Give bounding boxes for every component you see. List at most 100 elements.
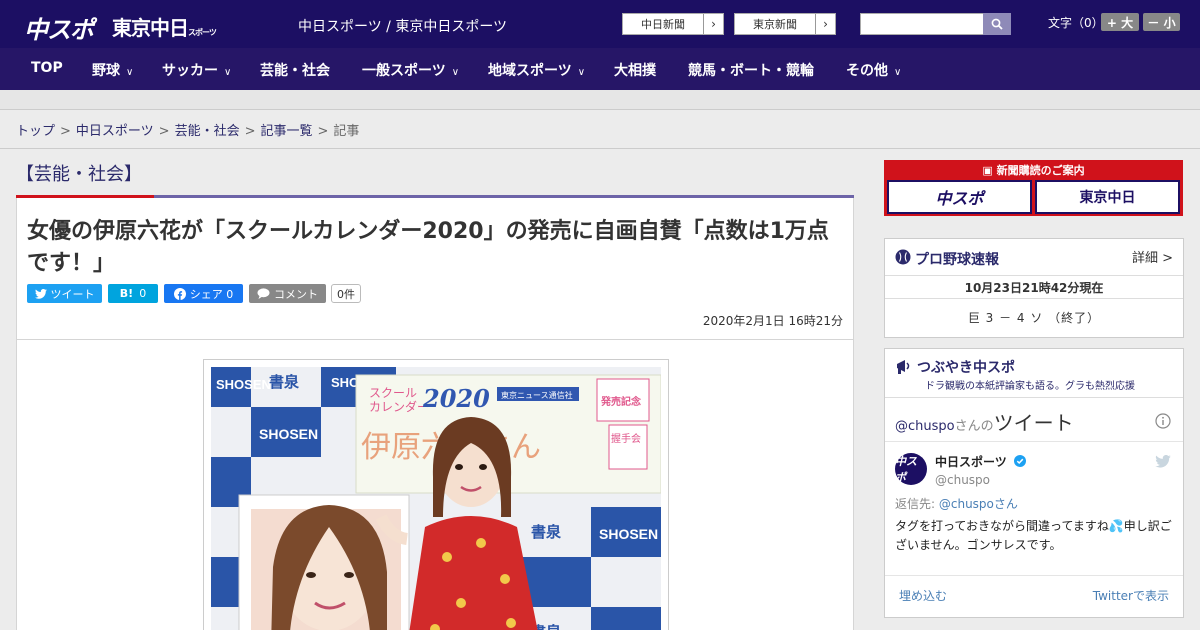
nav-item-baseball[interactable]: 野球 ∨ [92, 60, 133, 80]
shosen-text: SHOSEN [259, 426, 318, 442]
comment-button[interactable]: コメント [249, 284, 326, 303]
tokyo-shimbun-link[interactable]: 東京新聞 › [734, 13, 836, 35]
nav-item-other[interactable]: その他 ∨ [846, 60, 901, 80]
ad-strip [0, 90, 1200, 110]
avatar[interactable]: 中スポ [895, 453, 927, 485]
tweet-account-handle[interactable]: @chuspo [935, 473, 990, 487]
nav-item-racing[interactable]: 競馬・ボート・競輪 [688, 60, 814, 80]
divider [0, 148, 1200, 149]
shosen-kanji: 書泉 [531, 523, 562, 541]
tweets-header-handle[interactable]: @chuspo [895, 419, 955, 434]
chevron-right-icon: › [703, 14, 723, 34]
tweet-reply-to: 返信先: @chuspoさん [895, 495, 1018, 512]
tweet-reply-handle[interactable]: @chuspoさん [939, 497, 1018, 511]
shosen-text: SHOSEN [599, 526, 658, 542]
chunichi-shimbun-link[interactable]: 中日新聞 › [622, 13, 724, 35]
tweet-account-name[interactable]: 中日スポーツ [935, 453, 1026, 470]
comment-button-label: コメント [274, 287, 318, 301]
nav-item-soccer[interactable]: サッカー ∨ [162, 60, 231, 80]
tokyo-chunichi-logo[interactable]: 東京中日スポーツ [112, 12, 217, 41]
paper-link-label: 中日新聞 [641, 18, 685, 31]
main-nav: TOP 野球 ∨ サッカー ∨ 芸能・社会 一般スポーツ ∨ 地域スポーツ ∨ 大相撲 … [0, 48, 1200, 90]
chevron-down-icon: ∨ [451, 67, 460, 78]
tokyo-logo-text: 東京中日 [112, 16, 189, 40]
hatena-bookmark-button[interactable]: B! 0 [108, 284, 158, 303]
tweets-header-big: ツイート [993, 411, 1074, 435]
category-heading: 【芸能・社会】 [16, 164, 142, 185]
info-icon[interactable] [1155, 413, 1171, 429]
search-button[interactable] [983, 13, 1011, 35]
chuspo-logo[interactable]: 中スポ [24, 10, 94, 45]
breadcrumb-current: 記事 [333, 124, 360, 139]
nav-item-local-sports[interactable]: 地域スポーツ ∨ [488, 60, 585, 80]
promo-chuspo-logo[interactable]: 中スポ [887, 180, 1032, 214]
tweet-button[interactable]: ツイート [27, 284, 102, 303]
breadcrumb: トップ > 中日スポーツ > 芸能・社会 > 記事一覧 > 記事 [16, 120, 359, 139]
twitter-bird-icon [34, 288, 47, 299]
tweets-header: @chuspoさんのツイート [895, 407, 1074, 436]
twitter-widget: つぶやき中スポ ドラ観戦の本紙評論家も語る。グラも熱烈応援 @chuspoさんの… [884, 348, 1184, 618]
chevron-down-icon: ∨ [577, 67, 586, 78]
tweets-header-suffix: さんの [954, 419, 994, 434]
facebook-icon [173, 287, 186, 300]
promo-title: ▣ 新聞購読のご案内 [884, 162, 1183, 178]
facebook-share-button[interactable]: シェア 0 [164, 284, 243, 303]
photo-illustration: SHOSEN SHOSEN SHOSEN SHOSEN 書泉 書泉 書泉 スクー… [211, 367, 661, 630]
banner-title-line1: スクール [369, 386, 417, 400]
search-input[interactable] [860, 13, 984, 35]
banner-release: 発売記念 [600, 395, 641, 408]
verified-badge-icon [1013, 455, 1026, 467]
site-title: 中日スポーツ / 東京中日スポーツ [298, 19, 508, 35]
font-larger-button[interactable]: + 大 [1101, 13, 1139, 31]
nav-label: 競馬・ボート・競輪 [688, 63, 814, 79]
nav-label: サッカー [162, 63, 218, 79]
breadcrumb-separator: > [60, 124, 71, 139]
tweet-widget-subtitle: ドラ観戦の本紙評論家も語る。グラも熱烈応援 [925, 381, 1135, 392]
article-photo-area: SHOSEN SHOSEN SHOSEN SHOSEN 書泉 書泉 書泉 スクー… [16, 340, 854, 630]
promo-tokyo-logo[interactable]: 東京中日 [1035, 180, 1180, 214]
banner-publisher: 東京ニュース通信社 [501, 390, 573, 400]
subscription-promo[interactable]: ▣ 新聞購読のご案内 中スポ 東京中日 [884, 160, 1183, 216]
baseball-scoreboard: プロ野球速報 詳細 > 10月23日21時42分現在 巨 3 － 4 ソ （終了… [884, 238, 1184, 338]
nav-item-entertainment[interactable]: 芸能・社会 [260, 60, 330, 80]
breadcrumb-entertainment[interactable]: 芸能・社会 [175, 124, 240, 139]
nav-label: TOP [31, 60, 63, 76]
view-on-twitter-link[interactable]: Twitterで表示 [1093, 587, 1169, 604]
nav-item-top[interactable]: TOP [31, 60, 63, 76]
chevron-down-icon: ∨ [894, 67, 902, 78]
font-smaller-button[interactable]: － 小 [1143, 13, 1180, 31]
baseball-timestamp: 10月23日21時42分現在 [885, 275, 1183, 299]
nav-item-general-sports[interactable]: 一般スポーツ ∨ [362, 60, 459, 80]
tweet-reply-prefix: 返信先: [895, 497, 939, 511]
chevron-down-icon: ∨ [224, 67, 232, 78]
twitter-bird-icon[interactable] [1155, 455, 1171, 468]
banner-event: 握手会 [611, 432, 641, 445]
divider [885, 397, 1183, 398]
tokyo-logo-small: スポーツ [188, 28, 217, 37]
chevron-down-icon: ∨ [126, 67, 134, 78]
nav-item-sumo[interactable]: 大相撲 [614, 60, 656, 80]
breadcrumb-article-list[interactable]: 記事一覧 [261, 124, 313, 139]
paper-link-label: 東京新聞 [753, 18, 797, 31]
newspaper-icon: ▣ [982, 164, 997, 177]
breadcrumb-chunichi-sports[interactable]: 中日スポーツ [76, 124, 154, 139]
nav-label: 大相撲 [614, 63, 656, 79]
shosen-text: SHOSEN [216, 377, 271, 392]
divider [885, 575, 1183, 576]
breadcrumb-separator: > [158, 124, 170, 139]
megaphone-icon [897, 360, 910, 374]
tweet-text: タグを打っておきながら間違ってますね💦申し訳ございません。ゴンサレスです。 [895, 519, 1172, 552]
tweet-button-label: ツイート [50, 287, 95, 301]
comment-count[interactable]: 0件 [331, 284, 361, 303]
baseball-detail-link[interactable]: 詳細 > [1132, 247, 1173, 266]
breadcrumb-top[interactable]: トップ [16, 124, 55, 139]
font-size-label: 文字（0） [1048, 16, 1104, 30]
shosen-kanji: 書泉 [269, 373, 300, 391]
baseball-score[interactable]: 巨 3 － 4 ソ （終了） [885, 309, 1183, 326]
nav-label: 野球 [92, 63, 120, 79]
article-photo[interactable]: SHOSEN SHOSEN SHOSEN SHOSEN 書泉 書泉 書泉 スクー… [211, 367, 661, 630]
baseball-icon [895, 249, 911, 265]
search-icon [991, 18, 1003, 30]
nav-label: 地域スポーツ [488, 63, 572, 79]
embed-link[interactable]: 埋め込む [899, 587, 947, 604]
